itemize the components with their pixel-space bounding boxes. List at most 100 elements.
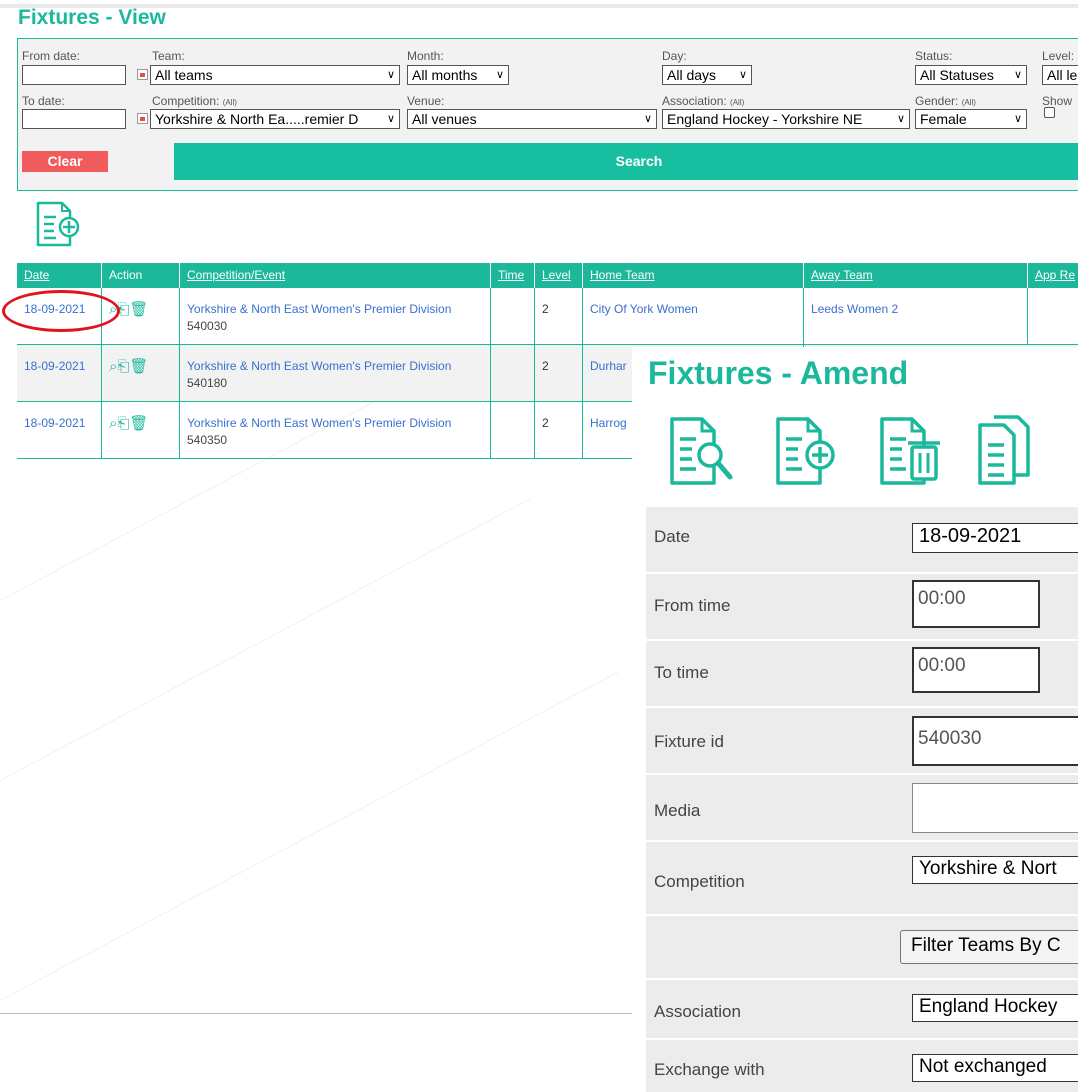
day-label: Day:: [662, 49, 687, 63]
row-level: 2: [535, 345, 583, 401]
calendar-icon[interactable]: [137, 69, 148, 80]
header-date[interactable]: Date: [17, 263, 102, 288]
row-level: 2: [535, 402, 583, 458]
status-label: Status:: [915, 49, 953, 63]
filter-row: Filter Teams By C: [646, 916, 1078, 978]
status-select[interactable]: All Statuses ∨: [915, 65, 1027, 85]
row-away-team: Leeds Women 2: [804, 288, 1028, 344]
divider: [0, 1013, 632, 1014]
amend-title: Fixtures - Amend: [648, 355, 909, 391]
date-link[interactable]: 18-09-2021: [24, 359, 85, 373]
fixture-id: 540030: [187, 319, 228, 333]
document-plus-icon[interactable]: [772, 413, 844, 489]
date-label: Date: [654, 527, 690, 546]
venue-select[interactable]: All venues ∨: [407, 109, 657, 129]
header-time[interactable]: Time: [491, 263, 535, 288]
date-input[interactable]: 18-09-2021: [912, 523, 1078, 553]
copy-icon[interactable]: ⎗: [117, 358, 129, 375]
row-time: [491, 288, 535, 344]
chevron-down-icon: ∨: [384, 110, 395, 128]
to-date-input[interactable]: [22, 109, 126, 129]
trash-icon[interactable]: 🗑: [129, 358, 148, 375]
date-link[interactable]: 18-09-2021: [24, 416, 85, 430]
background-line: [0, 671, 619, 1001]
from-time-row: From time 00:00: [646, 574, 1078, 639]
level-select[interactable]: All le: [1042, 65, 1078, 85]
competition-select[interactable]: Yorkshire & Nort: [912, 856, 1078, 884]
media-input[interactable]: [912, 783, 1078, 833]
gender-select[interactable]: Female ∨: [915, 109, 1027, 129]
from-date-label: From date:: [22, 49, 81, 63]
document-search-icon[interactable]: [666, 413, 738, 489]
header-app-ref[interactable]: App Re: [1028, 263, 1078, 288]
row-actions: ⌕⎗🗑: [102, 345, 180, 401]
competition-label-note: (All): [222, 98, 237, 107]
row-time: [491, 345, 535, 401]
header-level[interactable]: Level: [535, 263, 583, 288]
row-app-ref: [1028, 288, 1078, 344]
association-label: Association: (All): [662, 94, 744, 108]
chevron-down-icon: ∨: [1013, 113, 1022, 125]
row-time: [491, 402, 535, 458]
to-time-row: To time 00:00: [646, 641, 1078, 706]
clear-button[interactable]: Clear: [22, 151, 108, 172]
gender-label: Gender: (All): [915, 94, 976, 108]
month-select-value: All months: [412, 67, 478, 83]
competition-row: Competition Yorkshire & Nort: [646, 842, 1078, 914]
association-label-note: (All): [730, 98, 745, 107]
filter-panel: From date: To date: Team: All teams ∨ Co…: [17, 38, 1078, 191]
document-copy-icon[interactable]: [974, 413, 1046, 489]
competition-label: Competition: (All): [152, 94, 237, 108]
table-header-row: Date Action Competition/Event Time Level…: [17, 263, 1078, 288]
background-line: [0, 498, 531, 781]
venue-select-value: All venues: [412, 111, 477, 127]
status-select-value: All Statuses: [920, 67, 994, 83]
trash-icon[interactable]: 🗑: [129, 301, 148, 318]
document-plus-icon[interactable]: [32, 199, 82, 249]
document-trash-icon[interactable]: [876, 413, 948, 489]
team-select[interactable]: All teams ∨: [150, 65, 400, 85]
association-label-text: Association:: [662, 94, 727, 108]
filter-teams-button[interactable]: Filter Teams By C: [900, 930, 1078, 964]
fixture-id-input[interactable]: 540030: [912, 716, 1078, 766]
copy-icon[interactable]: ⎗: [117, 415, 129, 432]
from-date-input[interactable]: [22, 65, 126, 85]
chevron-down-icon: ∨: [738, 69, 747, 81]
header-competition[interactable]: Competition/Event: [180, 263, 491, 288]
month-select[interactable]: All months ∨: [407, 65, 509, 85]
show-label: Show: [1042, 94, 1073, 108]
row-level: 2: [535, 288, 583, 344]
home-team-link[interactable]: Harrog: [590, 416, 627, 430]
home-team-link[interactable]: Durhar: [590, 359, 627, 373]
day-select[interactable]: All days ∨: [662, 65, 752, 85]
header-home-team[interactable]: Home Team: [583, 263, 804, 288]
from-time-input[interactable]: 00:00: [912, 580, 1040, 628]
association-select-value: England Hockey - Yorkshire NE: [667, 111, 863, 127]
association-select[interactable]: England Hockey: [912, 994, 1078, 1022]
fixture-id-label: Fixture id: [654, 732, 724, 751]
calendar-icon[interactable]: [137, 113, 148, 124]
row-home-team: City Of York Women: [583, 288, 804, 344]
competition-select[interactable]: Yorkshire & North Ea.....remier D ∨: [150, 109, 400, 129]
away-team-link[interactable]: Leeds Women 2: [811, 302, 898, 316]
association-select[interactable]: England Hockey - Yorkshire NE ∨: [662, 109, 910, 129]
show-checkbox[interactable]: [1044, 107, 1055, 118]
row-competition: Yorkshire & North East Women's Premier D…: [180, 288, 491, 344]
competition-link[interactable]: Yorkshire & North East Women's Premier D…: [187, 359, 451, 373]
amend-panel: Fixtures - Amend Date 18-09-2021 From ti…: [632, 347, 1078, 1092]
competition-label: Competition: [654, 872, 745, 891]
chevron-down-icon: ∨: [386, 69, 395, 81]
exchange-select[interactable]: Not exchanged: [912, 1054, 1078, 1082]
gender-label-text: Gender:: [915, 94, 959, 108]
row-date[interactable]: 18-09-2021: [17, 345, 102, 401]
to-time-input[interactable]: 00:00: [912, 647, 1040, 693]
row-date[interactable]: 18-09-2021: [17, 402, 102, 458]
association-label: Association: [654, 1002, 741, 1021]
home-team-link[interactable]: City Of York Women: [590, 302, 698, 316]
trash-icon[interactable]: 🗑: [129, 415, 148, 432]
header-away-team[interactable]: Away Team: [804, 263, 1028, 288]
competition-link[interactable]: Yorkshire & North East Women's Premier D…: [187, 302, 451, 316]
search-button[interactable]: Search: [174, 143, 1078, 180]
competition-link[interactable]: Yorkshire & North East Women's Premier D…: [187, 416, 451, 430]
gender-select-value: Female: [920, 111, 967, 127]
